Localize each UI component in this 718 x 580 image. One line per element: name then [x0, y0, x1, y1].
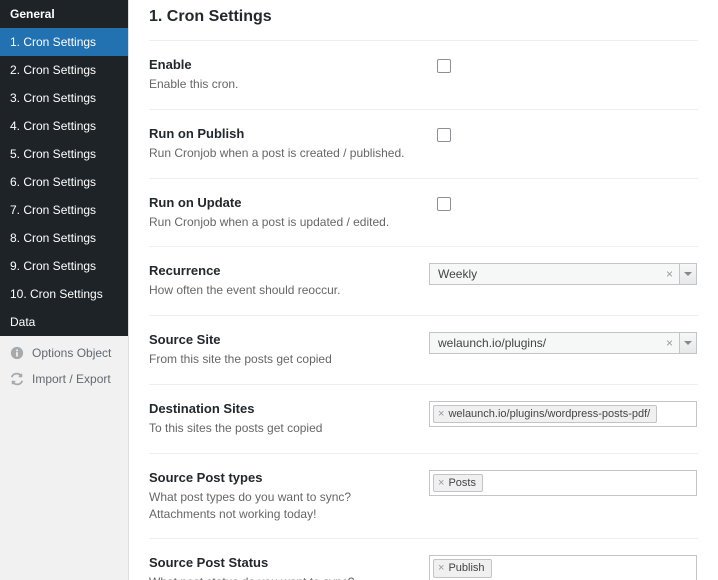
refresh-icon — [10, 372, 24, 386]
field-dest-sites: Destination Sites To this sites the post… — [149, 384, 698, 453]
import-export-link[interactable]: Import / Export — [0, 366, 128, 392]
source-status-input[interactable]: ×Publish — [429, 555, 697, 580]
dest-sites-token[interactable]: ×welaunch.io/plugins/wordpress-posts-pdf… — [433, 405, 657, 423]
run-update-checkbox[interactable] — [437, 197, 451, 211]
sidebar-item-cron-1[interactable]: 1. Cron Settings — [0, 28, 128, 56]
sidebar-item-cron-3[interactable]: 3. Cron Settings — [0, 84, 128, 112]
options-object-label: Options Object — [32, 346, 111, 360]
field-recurrence: Recurrence How often the event should re… — [149, 246, 698, 315]
sidebar-item-cron-9[interactable]: 9. Cron Settings — [0, 252, 128, 280]
sidebar-item-general[interactable]: General — [0, 0, 128, 28]
sidebar: General 1. Cron Settings 2. Cron Setting… — [0, 0, 128, 580]
field-enable: Enable Enable this cron. — [149, 40, 698, 109]
dest-sites-desc: To this sites the posts get copied — [149, 420, 409, 437]
enable-desc: Enable this cron. — [149, 76, 409, 93]
run-publish-checkbox[interactable] — [437, 128, 451, 142]
sidebar-item-cron-4[interactable]: 4. Cron Settings — [0, 112, 128, 140]
source-site-label: Source Site — [149, 332, 429, 347]
source-types-label: Source Post types — [149, 470, 429, 485]
field-source-types: Source Post types What post types do you… — [149, 453, 698, 539]
field-source-site: Source Site From this site the posts get… — [149, 315, 698, 384]
recurrence-desc: How often the event should reoccur. — [149, 282, 409, 299]
source-status-token[interactable]: ×Publish — [433, 559, 492, 577]
sidebar-item-cron-7[interactable]: 7. Cron Settings — [0, 196, 128, 224]
run-publish-desc: Run Cronjob when a post is created / pub… — [149, 145, 409, 162]
recurrence-select[interactable]: Weekly × — [429, 263, 679, 285]
options-object-link[interactable]: Options Object — [0, 340, 128, 366]
field-run-update: Run on Update Run Cronjob when a post is… — [149, 178, 698, 247]
dest-sites-input[interactable]: ×welaunch.io/plugins/wordpress-posts-pdf… — [429, 401, 697, 427]
recurrence-clear[interactable]: × — [666, 267, 673, 281]
main-panel: 1. Cron Settings Enable Enable this cron… — [128, 0, 718, 580]
source-status-label: Source Post Status — [149, 555, 429, 570]
source-site-value: welaunch.io/plugins/ — [438, 336, 546, 350]
token-remove-icon[interactable]: × — [438, 476, 444, 490]
recurrence-label: Recurrence — [149, 263, 429, 278]
sidebar-item-cron-6[interactable]: 6. Cron Settings — [0, 168, 128, 196]
sidebar-item-data[interactable]: Data — [0, 308, 128, 336]
source-site-clear[interactable]: × — [666, 336, 673, 350]
recurrence-value: Weekly — [438, 267, 477, 281]
sidebar-item-cron-2[interactable]: 2. Cron Settings — [0, 56, 128, 84]
source-types-input[interactable]: ×Posts — [429, 470, 697, 496]
source-site-select[interactable]: welaunch.io/plugins/ × — [429, 332, 679, 354]
source-site-desc: From this site the posts get copied — [149, 351, 409, 368]
page-title: 1. Cron Settings — [149, 8, 698, 26]
run-update-desc: Run Cronjob when a post is updated / edi… — [149, 214, 409, 231]
run-update-label: Run on Update — [149, 195, 429, 210]
token-remove-icon[interactable]: × — [438, 407, 444, 421]
source-status-desc: What post status do you want to sync? — [149, 574, 409, 580]
source-types-token[interactable]: ×Posts — [433, 474, 483, 492]
import-export-label: Import / Export — [32, 372, 111, 386]
sidebar-item-cron-5[interactable]: 5. Cron Settings — [0, 140, 128, 168]
sidebar-item-cron-10[interactable]: 10. Cron Settings — [0, 280, 128, 308]
field-source-status: Source Post Status What post status do y… — [149, 538, 698, 580]
sidebar-item-cron-8[interactable]: 8. Cron Settings — [0, 224, 128, 252]
enable-checkbox[interactable] — [437, 59, 451, 73]
sidebar-lower: Options Object Import / Export — [0, 336, 128, 392]
dest-sites-label: Destination Sites — [149, 401, 429, 416]
token-remove-icon[interactable]: × — [438, 561, 444, 575]
sidebar-nav: General 1. Cron Settings 2. Cron Setting… — [0, 0, 128, 336]
info-icon — [10, 346, 24, 360]
recurrence-dropdown-arrow[interactable] — [679, 263, 697, 285]
run-publish-label: Run on Publish — [149, 126, 429, 141]
enable-label: Enable — [149, 57, 429, 72]
source-types-desc: What post types do you want to sync? Att… — [149, 489, 409, 523]
source-site-dropdown-arrow[interactable] — [679, 332, 697, 354]
field-run-publish: Run on Publish Run Cronjob when a post i… — [149, 109, 698, 178]
